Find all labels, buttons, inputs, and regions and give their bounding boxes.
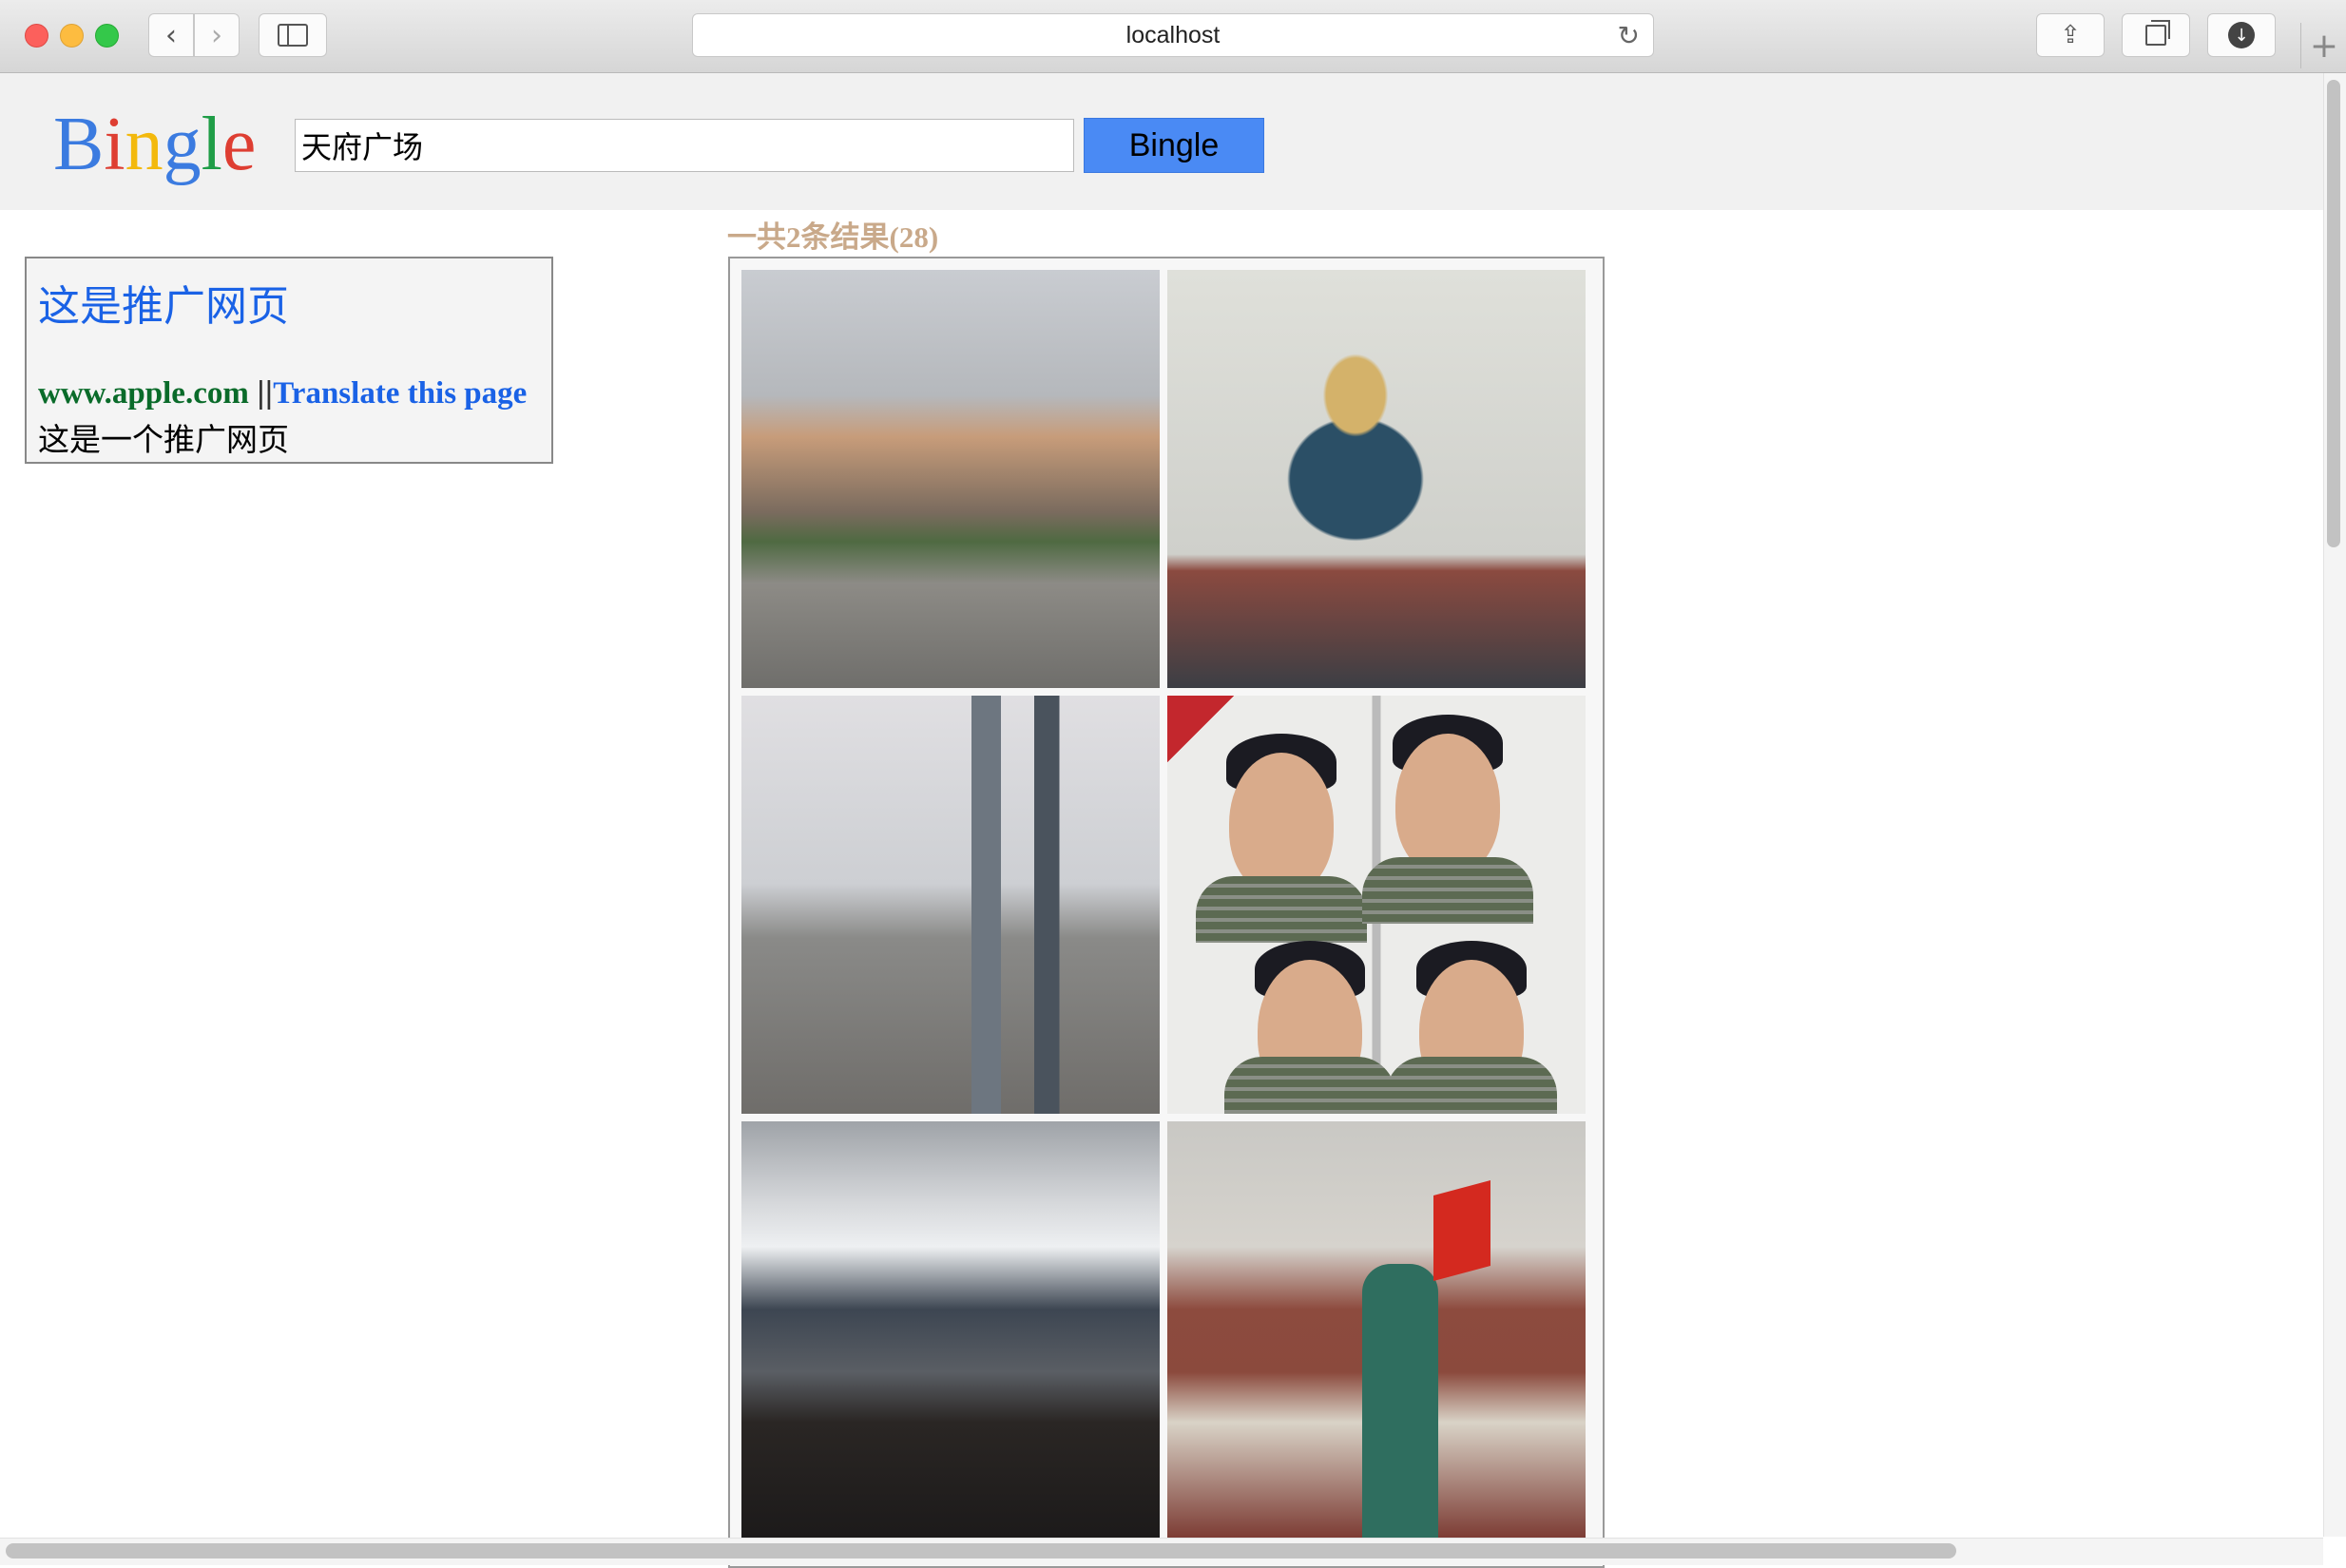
result-image[interactable] (741, 696, 1160, 1114)
ad-separator: || (257, 374, 274, 410)
results-count: 一共2条结果(28) (727, 220, 939, 254)
logo-letter: e (221, 103, 257, 186)
new-tab-button[interactable]: + (2300, 23, 2346, 68)
translate-link[interactable]: Translate this page (273, 376, 527, 411)
back-button[interactable]: ‹ (148, 13, 194, 57)
share-icon: ⇪ (2060, 21, 2081, 49)
forward-button[interactable]: › (194, 13, 240, 57)
ad-description: 这是一个推广网页 (38, 424, 289, 458)
image-results-grid (728, 257, 1605, 1568)
result-image[interactable] (1167, 270, 1586, 688)
close-window-button[interactable] (25, 24, 48, 48)
logo-letter: g (163, 103, 202, 186)
reload-icon[interactable]: ↻ (1618, 20, 1640, 51)
promoted-ad: 这是推广网页 www.apple.com ||Translate this pa… (25, 257, 553, 464)
download-icon: ↓ (2228, 22, 2255, 48)
photo-detail (1395, 734, 1500, 876)
search-button[interactable]: Bingle (1084, 118, 1264, 173)
tabs-icon (2145, 20, 2170, 46)
horizontal-scroll-thumb[interactable] (6, 1543, 1956, 1558)
forward-icon: › (211, 18, 222, 52)
downloads-button[interactable]: ↓ (2207, 13, 2276, 57)
site-header: Bingle Bingle (0, 73, 2323, 210)
result-image[interactable] (1167, 1121, 1586, 1539)
logo-letter: n (125, 103, 163, 186)
bingle-logo[interactable]: Bingle (53, 102, 256, 187)
photo-detail (1433, 1179, 1490, 1282)
logo-letter: l (201, 103, 222, 186)
result-image[interactable] (741, 1121, 1160, 1539)
url-text: localhost (1125, 21, 1221, 48)
result-image[interactable] (741, 270, 1160, 688)
result-image[interactable] (1167, 696, 1586, 1114)
sidebar-toggle-button[interactable] (259, 13, 327, 57)
minimize-window-button[interactable] (60, 24, 84, 48)
new-tab-icon: + (2309, 26, 2339, 66)
show-tabs-button[interactable] (2122, 13, 2190, 57)
logo-letter: i (104, 103, 125, 186)
ad-title-link[interactable]: 这是推广网页 (38, 272, 289, 333)
ad-link-line: www.apple.com ||Translate this page (38, 374, 527, 411)
photo-detail (1229, 753, 1334, 895)
back-icon: ‹ (165, 18, 177, 52)
photo-detail (1224, 1057, 1395, 1114)
logo-letter: B (53, 103, 105, 186)
photo-detail (1362, 857, 1533, 924)
photo-detail (1362, 1264, 1438, 1539)
share-button[interactable]: ⇪ (2036, 13, 2105, 57)
search-input[interactable] (295, 119, 1074, 172)
photo-detail (1196, 876, 1367, 943)
ad-url[interactable]: www.apple.com (38, 376, 249, 411)
vertical-scroll-thumb[interactable] (2327, 80, 2340, 547)
photo-detail (1386, 1057, 1557, 1114)
zoom-window-button[interactable] (95, 24, 119, 48)
address-bar[interactable]: localhost ↻ (692, 13, 1654, 57)
browser-toolbar: ‹ › localhost ↻ ⇪ ↓ + (0, 0, 2346, 74)
sidebar-icon (278, 24, 308, 47)
